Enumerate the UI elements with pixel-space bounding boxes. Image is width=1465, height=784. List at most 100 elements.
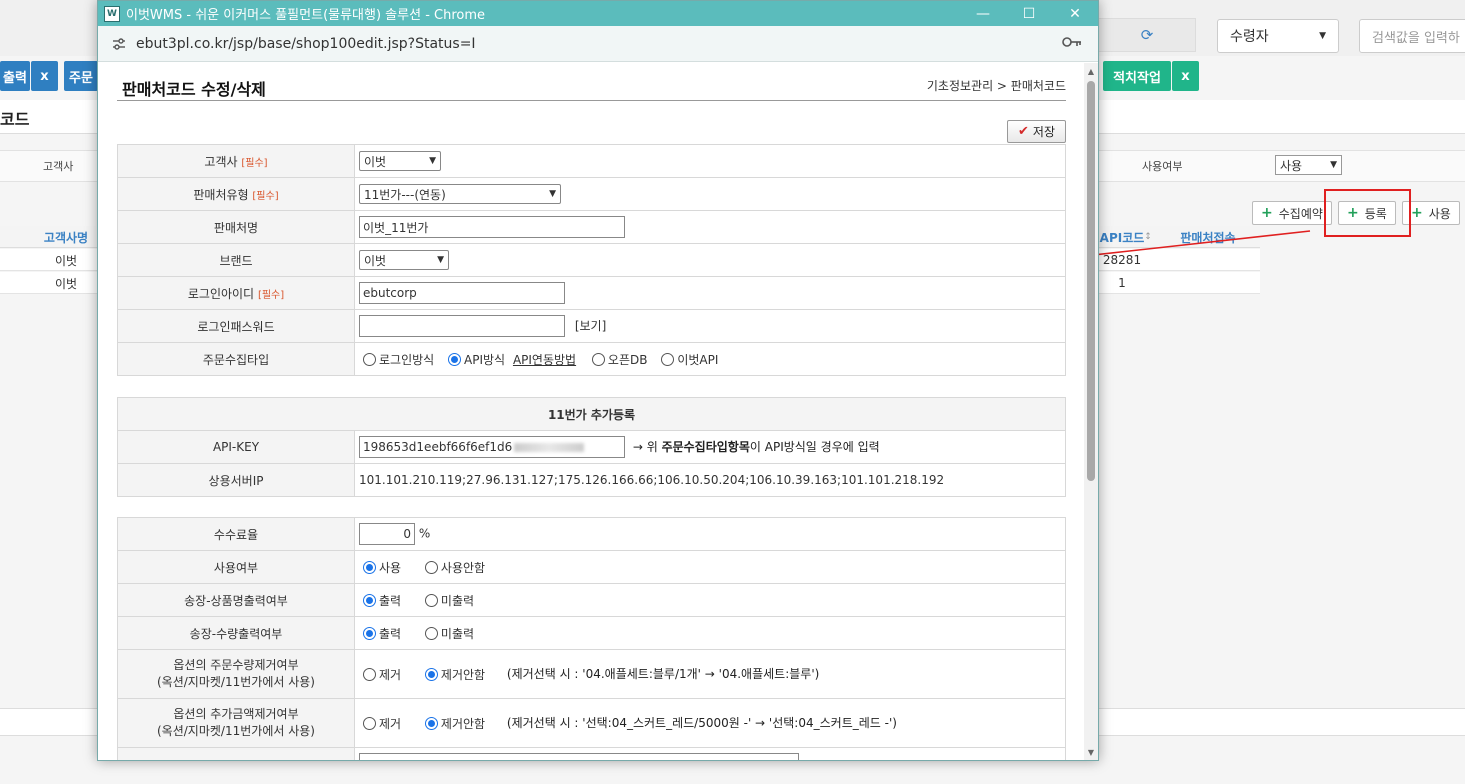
key-icon[interactable] [1060,36,1084,52]
radio-opt-amt-remove[interactable]: 제거 [363,715,401,732]
radio-opt-qty-keep[interactable]: 제거안함 [424,666,485,683]
radio-api-method[interactable]: API방식 [448,351,505,368]
app-logo-icon: W [104,5,120,22]
radio-on-icon [363,626,376,640]
stack-close-button[interactable]: x [1172,61,1199,91]
api-key-input[interactable]: 198653d1eebf66f6ef1d6 [359,436,625,458]
fee-unit: % [418,526,431,541]
filter-customer-label: 고객사 [43,160,74,173]
order-button[interactable]: 주문 [64,61,98,91]
maximize-button[interactable]: ☐ [1006,1,1052,26]
radio-off-icon [363,668,376,681]
collect-type-label: 주문수집타입 [117,342,355,376]
radio-off-icon [661,352,675,366]
site-settings-icon[interactable] [110,35,128,53]
api-key-value: 198653d1eebf66f6ef1d6 [363,440,513,454]
address-bar[interactable]: ebut3pl.co.kr/jsp/base/shop100edit.jsp?S… [98,26,1098,62]
background-page-title: 코드 [0,110,30,129]
radio-off-icon [363,352,376,366]
save-button-label: 저장 [1032,125,1055,139]
plus-icon: + [1411,205,1423,221]
fee-label: 수수료율 [117,517,355,551]
collect-reserve-button[interactable]: + 수집예약 [1252,201,1332,225]
login-id-input[interactable]: ebutcorp [359,282,565,304]
scroll-up-icon[interactable]: ▲ [1086,66,1096,76]
shop-name-input[interactable]: 이벗_11번가 [359,216,625,238]
radio-opt-amt-keep[interactable]: 제거안함 [424,715,485,732]
search-input[interactable]: 검색값을 입력하 [1359,19,1465,53]
page-content: 판매처코드 수정/삭제 기초정보관리 > 판매처코드 ✔ 저장 고객사 [필수]… [98,63,1084,760]
radio-on-icon [363,560,376,574]
grid-head-connect[interactable]: 판매처접속 [1156,226,1260,248]
close-button[interactable]: ✕ [1052,1,1098,26]
plus-icon: + [1261,205,1273,221]
shop-type-select[interactable]: 11번가---(연동) ▼ [359,184,561,204]
invoice-name-label: 송장-상품명출력여부 [117,583,355,617]
next-row-label [117,747,355,760]
customer-select[interactable]: 이벗 ▼ [359,151,441,171]
search-placeholder: 검색값을 입력하 [1372,30,1460,46]
radio-invoice-qty-print[interactable]: 출력 [363,625,401,642]
window-titlebar[interactable]: W 이벗WMS - 쉬운 이커머스 풀필먼트(물류대행) 솔루션 - Chrom… [98,1,1098,26]
customer-label: 고객사 [필수] [117,144,355,178]
fee-input[interactable]: 0 [359,523,415,545]
invoice-qty-label: 송장-수량출력여부 [117,616,355,650]
radio-on-icon [424,717,438,730]
stack-work-label: 적치작업 [1113,70,1161,86]
collect-reserve-label: 수집예약 [1278,206,1323,221]
radio-opt-qty-remove[interactable]: 제거 [363,666,401,683]
save-button[interactable]: ✔ 저장 [1007,120,1066,143]
api-key-label: API-KEY [117,430,355,464]
page-title: 판매처코드 수정/삭제 [122,80,266,99]
login-pw-input[interactable] [359,315,565,337]
radio-on-icon [363,593,376,607]
stack-work-button[interactable]: 적치작업 [1103,61,1171,91]
login-pw-label: 로그인패스워드 [117,309,355,343]
brand-select[interactable]: 이벗 ▼ [359,250,449,270]
filter-use-select[interactable]: 사용 ▼ [1275,155,1342,175]
url-text[interactable]: ebut3pl.co.kr/jsp/base/shop100edit.jsp?S… [136,36,1060,52]
breadcrumb: 기초정보관리 > 판매처코드 [926,79,1066,93]
radio-off-icon [363,717,376,730]
opt-qty-label: 옵션의 주문수량제거여부 (옥션/지마켓/11번가에서 사용) [117,649,355,699]
grid-head-api[interactable]: API코드 [1098,226,1146,248]
radio-off-icon [424,626,438,640]
stack-close-label: x [1181,68,1190,84]
radio-on-icon [424,668,438,681]
radio-login-method[interactable]: 로그인방식 [363,351,434,368]
search-type-select[interactable]: 수령자 ▼ [1217,19,1339,53]
blurred-text [514,442,585,452]
close-icon: ✕ [1069,5,1081,22]
section-title: 11번가 추가등록 [117,397,1066,431]
chevron-down-icon: ▼ [437,255,444,265]
radio-invoice-qty-noprint[interactable]: 미출력 [424,625,474,642]
main-form-table: 고객사 [필수] 이벗 ▼ 판매처유형 [필수] 11번가---(연동) ▼ 판매처… [117,144,1066,376]
shop-name-label: 판매처명 [117,210,355,244]
output-close-button[interactable]: x [31,61,58,91]
output-button[interactable]: 출력 [0,61,30,91]
radio-open-db[interactable]: 오픈DB [591,351,647,368]
chevron-down-icon: ▼ [549,189,556,199]
radio-use-on[interactable]: 사용 [363,559,401,576]
brand-value: 이벗 [364,253,387,268]
radio-invoice-name-print[interactable]: 출력 [363,592,401,609]
radio-invoice-name-noprint[interactable]: 미출력 [424,592,474,609]
radio-ebut-api[interactable]: 이벗API [661,351,718,368]
refresh-button[interactable]: ⟳ [1098,18,1196,52]
brand-label: 브랜드 [117,243,355,277]
next-row-input[interactable] [359,753,799,760]
scrollbar[interactable]: ▲ ▼ [1084,63,1098,760]
api-guide-link[interactable]: API연동방법 [513,351,576,368]
output-close-label: x [40,68,49,84]
radio-use-off[interactable]: 사용안함 [424,559,485,576]
minimize-button[interactable]: — [960,1,1006,26]
radio-off-icon [591,352,605,366]
view-password-link[interactable]: [보기] [575,319,606,333]
window-title: 이벗WMS - 쉬운 이커머스 풀필먼트(물류대행) 솔루션 - Chrome [126,8,486,23]
use-label: 사용여부 [117,550,355,584]
chevron-down-icon: ▼ [1319,31,1326,41]
filter-use-value: 사용 [1280,158,1303,173]
radio-off-icon [424,593,438,607]
scroll-down-icon[interactable]: ▼ [1086,747,1096,757]
scroll-thumb[interactable] [1087,81,1095,481]
